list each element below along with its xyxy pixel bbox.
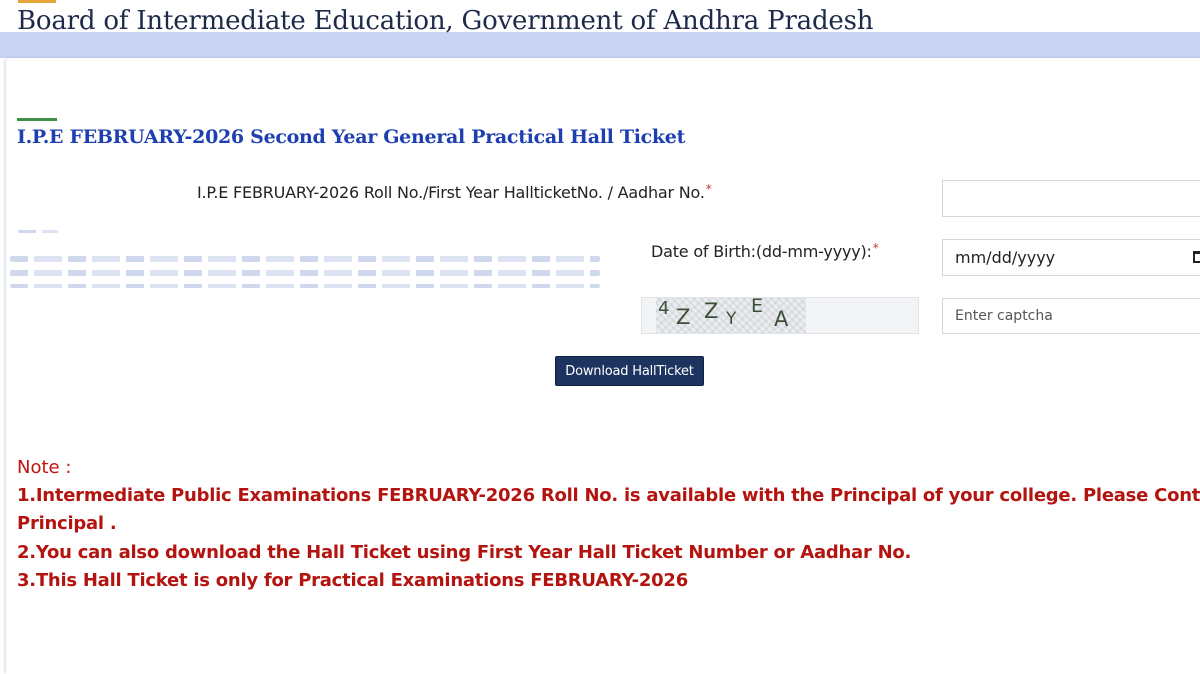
roll-number-label-text: I.P.E FEBRUARY-2026 Roll No./First Year … xyxy=(197,183,705,202)
note-line-1-continued: Principal . xyxy=(17,513,117,534)
faded-line xyxy=(10,284,600,288)
captcha-box: 4 Z Z Y E A xyxy=(641,295,919,334)
roll-number-input[interactable] xyxy=(942,180,1200,217)
faded-line xyxy=(10,270,600,276)
download-hallticket-button[interactable]: Download HallTicket xyxy=(555,356,704,386)
dob-label: Date of Birth:(dd-mm-yyyy):* xyxy=(651,241,879,261)
captcha-input[interactable] xyxy=(942,298,1200,334)
captcha-char: Z xyxy=(704,299,719,323)
dob-input[interactable]: mm/dd/yyyy xyxy=(942,239,1200,276)
heading-accent-line xyxy=(17,118,57,121)
note-line-3: 3.This Hall Ticket is only for Practical… xyxy=(17,570,688,591)
captcha-char: Z xyxy=(676,305,691,329)
dob-placeholder: mm/dd/yyyy xyxy=(955,248,1056,267)
dob-label-text: Date of Birth:(dd-mm-yyyy): xyxy=(651,242,872,261)
note-line-1: 1.Intermediate Public Examinations FEBRU… xyxy=(17,485,1200,506)
required-marker: * xyxy=(705,182,712,196)
calendar-icon[interactable] xyxy=(1193,251,1200,263)
header-bar: Board of Intermediate Education, Governm… xyxy=(0,0,1200,58)
captcha-char: 4 xyxy=(658,298,670,319)
faded-line xyxy=(10,256,600,262)
required-marker: * xyxy=(872,241,879,255)
site-title: Board of Intermediate Education, Governm… xyxy=(17,6,874,36)
captcha-char: Y xyxy=(726,309,737,329)
faded-line xyxy=(18,230,58,233)
captcha-char: A xyxy=(774,307,789,331)
captcha-image: 4 Z Z Y E A xyxy=(656,295,806,333)
header-accent-line xyxy=(18,0,56,3)
page-title: I.P.E FEBRUARY-2026 Second Year General … xyxy=(17,126,686,148)
faded-background-text xyxy=(10,228,610,298)
captcha-char: E xyxy=(751,295,764,317)
note-line-2: 2.You can also download the Hall Ticket … xyxy=(17,542,912,563)
note-title: Note : xyxy=(17,457,72,478)
roll-number-label: I.P.E FEBRUARY-2026 Roll No./First Year … xyxy=(197,182,712,202)
